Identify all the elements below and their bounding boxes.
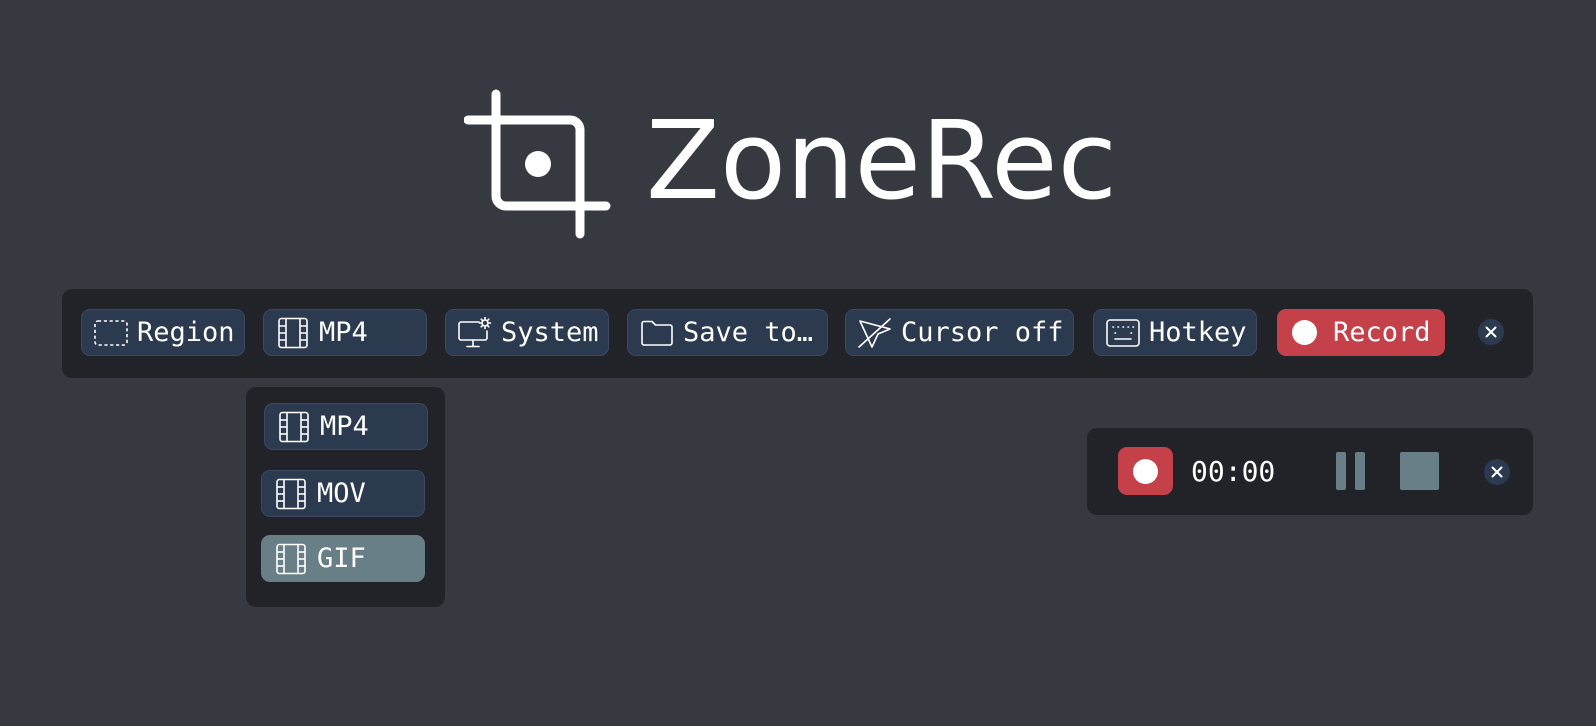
record-button[interactable]: Record: [1277, 309, 1445, 356]
format-dropdown: MP4 MOV GIF: [246, 387, 445, 607]
dashed-rectangle-icon: [94, 319, 128, 346]
format-button-label: MP4: [319, 317, 368, 348]
pause-icon: [1355, 452, 1365, 490]
recording-controller: 00:00: [1087, 428, 1533, 515]
capture-toolbar: Region MP4 System Save to… Cursor off Ho…: [62, 289, 1533, 378]
app-logo: ZoneRec: [464, 88, 1117, 240]
format-option-label: MP4: [320, 411, 369, 442]
region-button-label: Region: [137, 317, 235, 348]
record-toggle-button[interactable]: [1118, 447, 1173, 495]
format-option-gif[interactable]: GIF: [261, 535, 425, 582]
pause-icon: [1336, 452, 1346, 490]
hotkey-button[interactable]: Hotkey: [1093, 309, 1257, 356]
save-location-button-label: Save to…: [683, 317, 814, 348]
film-icon: [276, 478, 306, 509]
audio-source-button[interactable]: System: [445, 309, 609, 356]
save-location-button[interactable]: Save to…: [627, 309, 828, 356]
keyboard-icon: [1106, 318, 1140, 347]
film-icon: [278, 317, 308, 348]
monitor-gear-icon: [458, 316, 492, 347]
stop-button[interactable]: [1400, 452, 1439, 490]
record-icon: [1133, 458, 1158, 484]
toolbar-close-button[interactable]: [1478, 319, 1504, 345]
close-icon: [1491, 466, 1503, 478]
format-button[interactable]: MP4: [263, 309, 427, 356]
close-icon: [1485, 326, 1497, 338]
folder-icon: [641, 320, 673, 346]
format-option-mp4[interactable]: MP4: [264, 403, 428, 450]
audio-source-button-label: System: [501, 317, 599, 348]
format-option-label: GIF: [317, 543, 366, 574]
cursor-toggle-button[interactable]: Cursor off: [845, 309, 1074, 356]
format-option-label: MOV: [317, 478, 366, 509]
recording-timer: 00:00: [1191, 455, 1276, 488]
cursor-off-icon: [858, 317, 891, 348]
pause-button[interactable]: [1336, 452, 1366, 490]
film-icon: [279, 411, 309, 442]
app-title: ZoneRec: [646, 99, 1117, 224]
record-button-label: Record: [1333, 317, 1431, 348]
hotkey-button-label: Hotkey: [1149, 317, 1247, 348]
region-button[interactable]: Region: [81, 309, 245, 356]
format-option-mov[interactable]: MOV: [261, 470, 425, 517]
controller-close-button[interactable]: [1484, 459, 1510, 485]
record-dot-icon: [1292, 320, 1317, 345]
cursor-toggle-button-label: Cursor off: [901, 317, 1064, 348]
film-icon: [276, 543, 306, 574]
crop-icon: [464, 89, 611, 239]
